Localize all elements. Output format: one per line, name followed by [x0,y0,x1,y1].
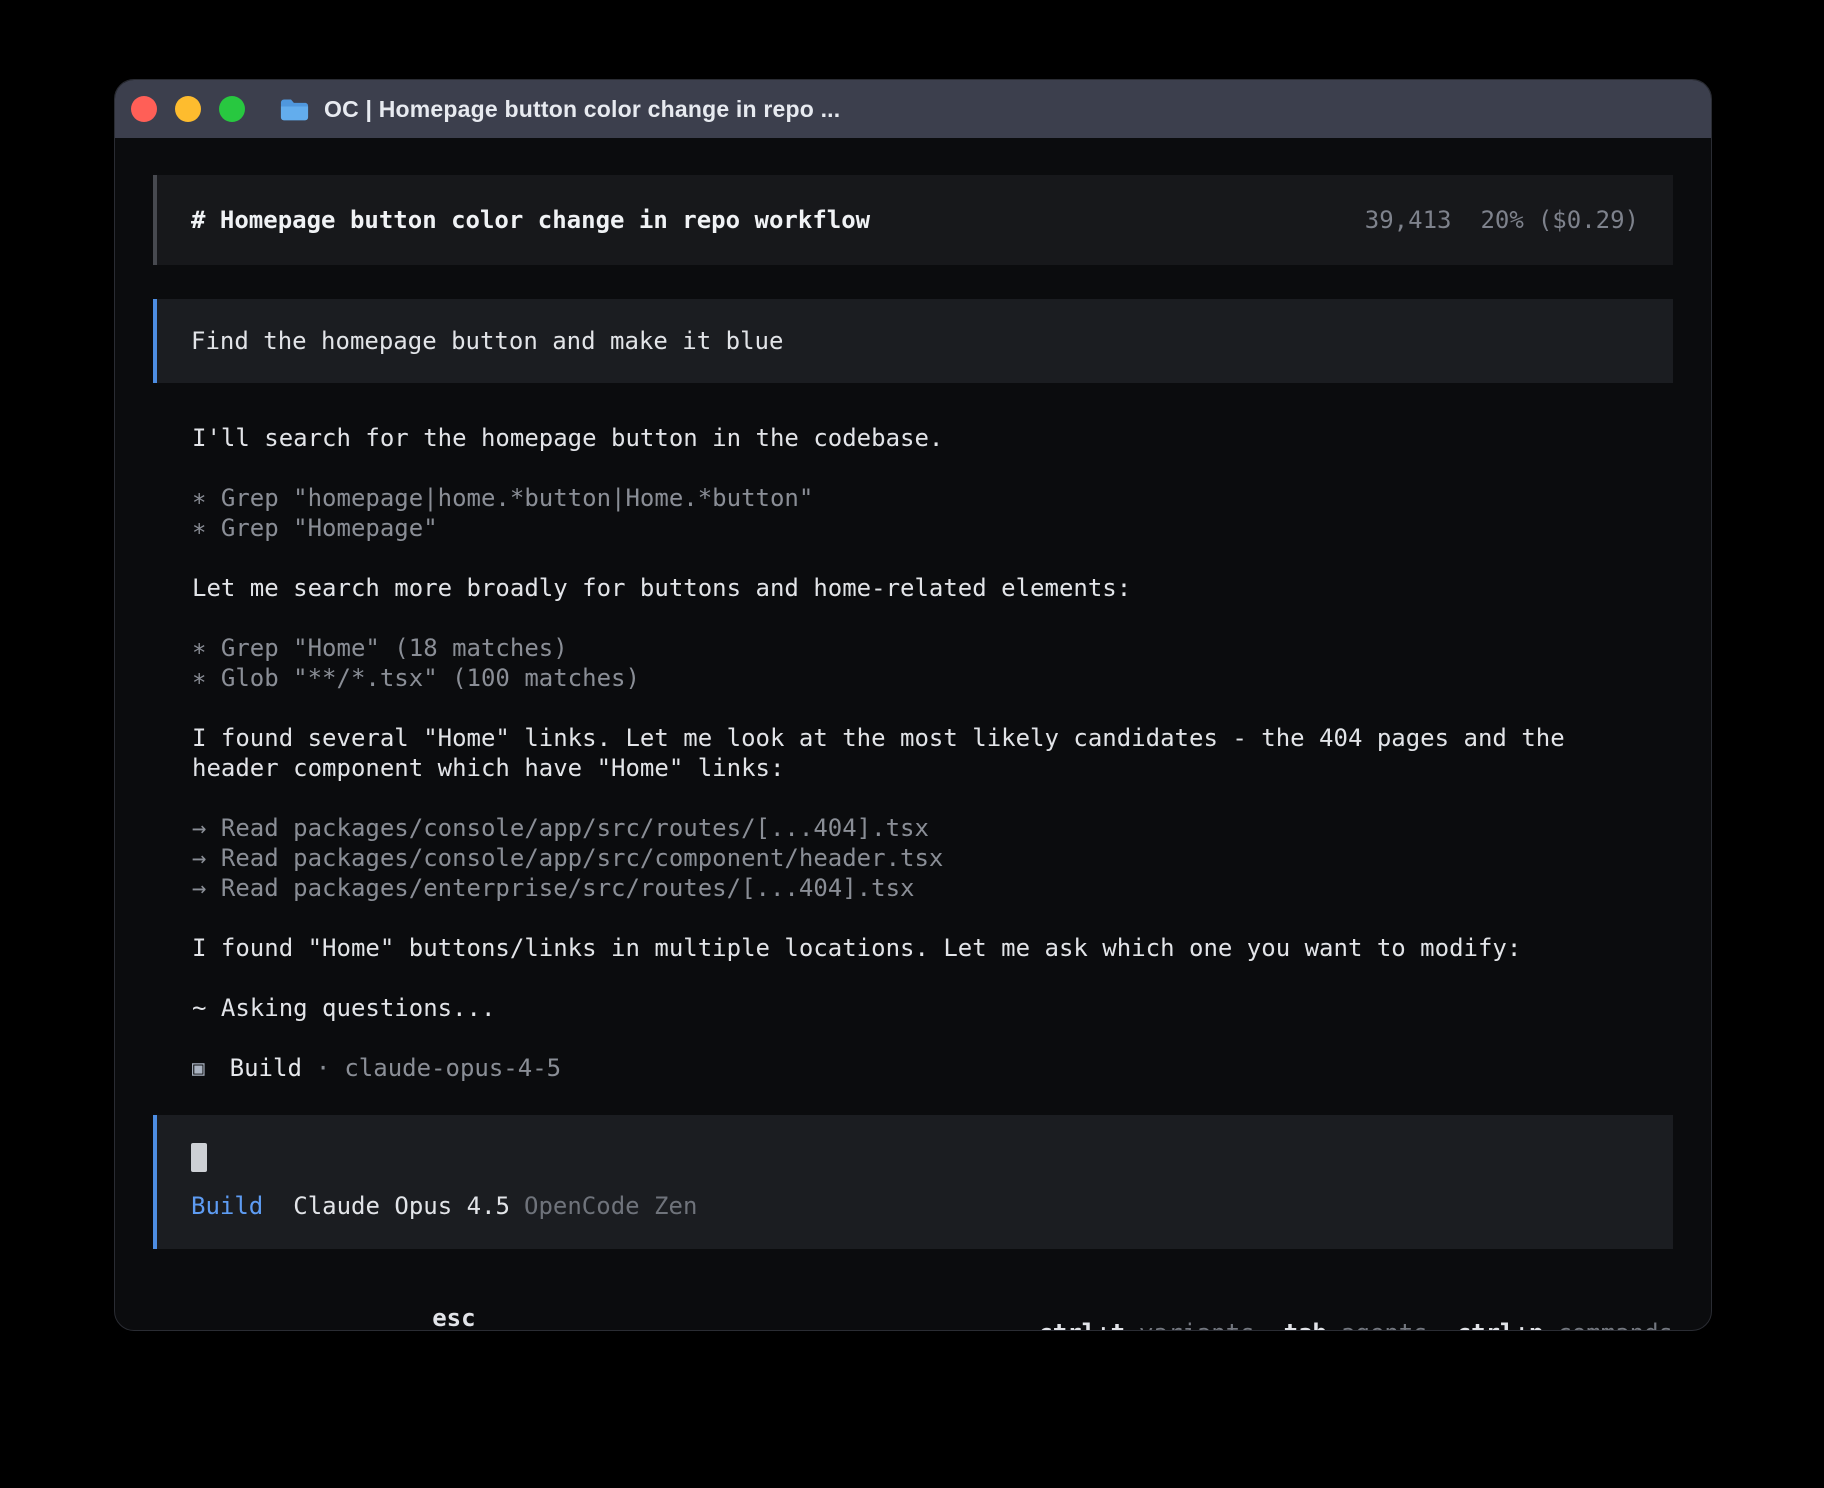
tool-call-read: → Read packages/enterprise/src/routes/[.… [153,873,1673,903]
esc-shortcut: esc interrupt [317,1273,577,1331]
prompt-input[interactable]: Build Claude Opus 4.5 OpenCode Zen [153,1115,1673,1249]
asking-questions-status: ~ Asking questions... [153,993,1673,1023]
tool-call-read: → Read packages/console/app/src/componen… [153,843,1673,873]
titlebar: OC | Homepage button color change in rep… [115,80,1711,138]
assistant-paragraph: I found several "Home" links. Let me loo… [153,723,1673,783]
user-message: Find the homepage button and make it blu… [153,299,1673,383]
text-cursor [191,1143,207,1172]
shortcut-key: ctrl+t [1038,1318,1125,1331]
tool-call-group: ∗ Grep "homepage|home.*button|Home.*butt… [153,483,1673,543]
minimize-button[interactable] [175,96,201,122]
shortcut-label: variants [1139,1318,1255,1331]
token-count: 39,413 [1365,205,1452,235]
agent-status-row: ▣ Build · claude-opus-4-5 [153,1053,1673,1083]
close-button[interactable] [131,96,157,122]
user-message-text: Find the homepage button and make it blu… [191,326,783,356]
session-stats: 39,413 20% ($0.29) [1365,205,1639,235]
agent-icon: ▣ [192,1053,205,1083]
terminal-window: OC | Homepage button color change in rep… [114,79,1712,1331]
shortcut-hints: ctrl+t variants tab agents ctrl+p comman… [1038,1318,1673,1331]
commands-shortcut: ctrl+p commands [1457,1318,1673,1331]
input-meta-row: Build Claude Opus 4.5 OpenCode Zen [191,1191,1639,1221]
session-header: # Homepage button color change in repo w… [153,175,1673,265]
model-provider: OpenCode Zen [524,1191,697,1221]
active-model[interactable]: Claude Opus 4.5 [293,1191,510,1221]
active-agent[interactable]: Build [191,1191,263,1221]
shortcut-label: commands [1557,1318,1673,1331]
session-cost: ($0.29) [1538,205,1639,235]
window-title: OC | Homepage button color change in rep… [324,98,840,121]
context-percent: 20% [1480,205,1523,235]
separator-dot: · [316,1053,330,1083]
tool-call-group: → Read packages/console/app/src/routes/[… [153,813,1673,903]
esc-key: esc [432,1304,475,1331]
variants-shortcut: ctrl+t variants [1038,1318,1254,1331]
shortcut-key: tab [1284,1318,1327,1331]
tool-call-read: → Read packages/console/app/src/routes/[… [153,813,1673,843]
tool-call-glob: ∗ Glob "**/*.tsx" (100 matches) [153,663,1673,693]
terminal-content: # Homepage button color change in repo w… [115,138,1711,1330]
session-title: # Homepage button color change in repo w… [191,205,870,235]
folder-icon [279,97,310,122]
tool-call-grep: ∗ Grep "Homepage" [153,513,1673,543]
model-name: claude-opus-4-5 [344,1053,561,1083]
progress-spinner-dots: ········ [165,1318,289,1331]
tool-call-grep: ∗ Grep "homepage|home.*button|Home.*butt… [153,483,1673,513]
status-bar: ········ esc interrupt ctrl+t variants t… [153,1273,1673,1331]
assistant-text: Let me search more broadly for buttons a… [153,573,1673,603]
tool-call-group: ∗ Grep "Home" (18 matches) ∗ Glob "**/*.… [153,633,1673,693]
agents-shortcut: tab agents [1284,1318,1428,1331]
agent-name: Build [230,1053,302,1083]
assistant-text: I'll search for the homepage button in t… [153,423,1673,453]
shortcut-key: ctrl+p [1457,1318,1544,1331]
tool-call-grep: ∗ Grep "Home" (18 matches) [153,633,1673,663]
assistant-text: I found "Home" buttons/links in multiple… [153,933,1673,963]
assistant-text: I found several "Home" links. Let me loo… [153,723,1673,753]
assistant-text: header component which have "Home" links… [153,753,1673,783]
shortcut-label: agents [1341,1318,1428,1331]
zoom-button[interactable] [219,96,245,122]
